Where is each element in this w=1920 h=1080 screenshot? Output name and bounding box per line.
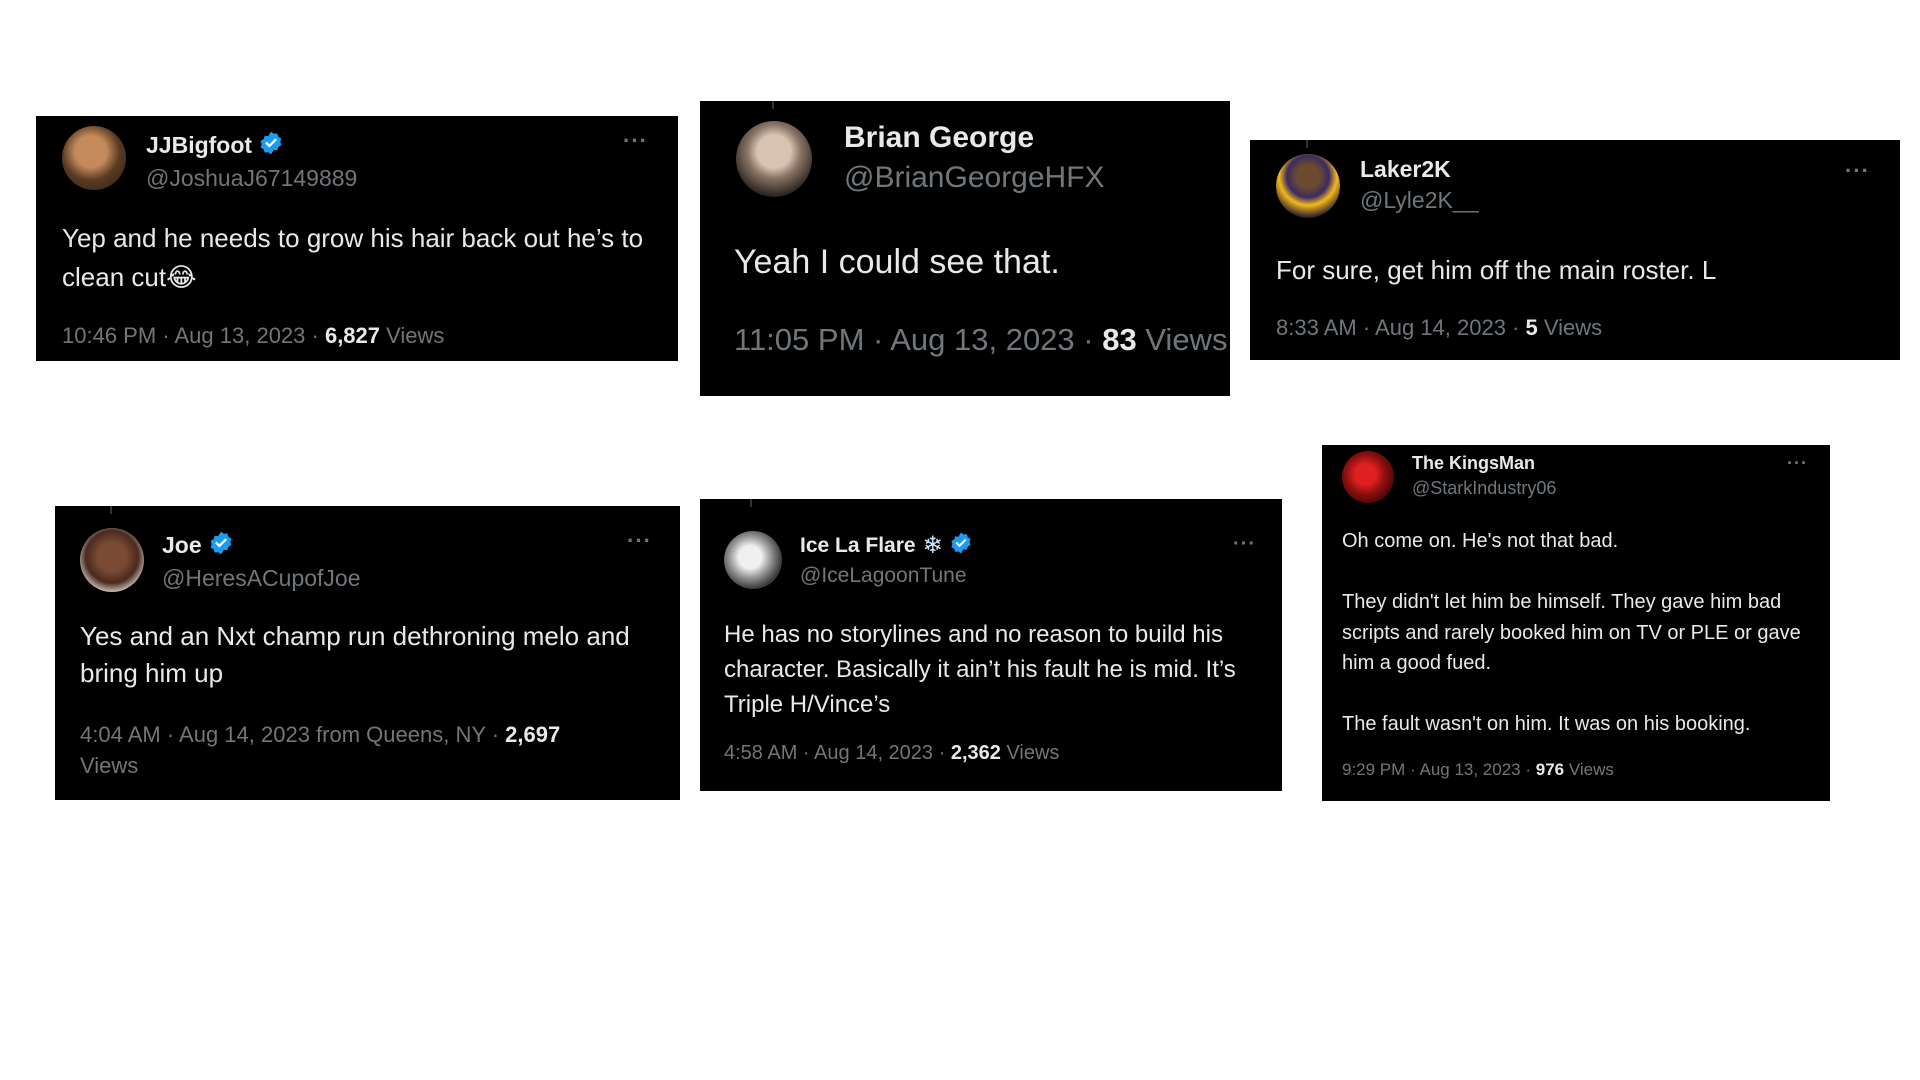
tweet-text: Yep and he needs to grow his hair back o… bbox=[62, 223, 644, 292]
tweet-text: For sure, get him off the main roster. L bbox=[1276, 255, 1717, 285]
tweet-meta: 11:05 PM · Aug 13, 2023 · 83 Views bbox=[734, 322, 1227, 358]
thread-line bbox=[772, 101, 774, 109]
views-count: 6,827 bbox=[324, 323, 381, 348]
handle[interactable]: @JoshuaJ67149889 bbox=[146, 165, 357, 192]
tweet-text: Oh come on. He's not that bad. They didn… bbox=[1342, 530, 1801, 735]
tweet-meta: 9:29 PM · Aug 13, 2023 · 976 Views bbox=[1342, 760, 1614, 780]
views-label: Views bbox=[1000, 742, 1060, 764]
handle[interactable]: @StarkIndustry06 bbox=[1412, 478, 1556, 499]
tweet-text: Yeah I could see that. bbox=[734, 243, 1060, 281]
views-count: 2,697 bbox=[505, 722, 561, 747]
thread-line bbox=[750, 499, 752, 507]
more-options-icon[interactable]: ··· bbox=[627, 528, 652, 554]
tweet-text: Yes and an Nxt champ run dethroning melo… bbox=[80, 621, 630, 688]
snowflake-icon: ❄ bbox=[922, 531, 943, 559]
tweet-text: He has no storylines and no reason to bu… bbox=[724, 621, 1236, 718]
verified-badge-icon bbox=[208, 530, 234, 561]
views-label: Views bbox=[80, 753, 139, 778]
display-name[interactable]: Joe bbox=[162, 532, 202, 559]
more-options-icon[interactable]: ··· bbox=[1233, 533, 1256, 556]
avatar[interactable] bbox=[1276, 154, 1340, 218]
thread-line bbox=[110, 506, 112, 514]
tweet-meta: 10:46 PM · Aug 13, 2023 · 6,827 Views bbox=[62, 323, 444, 349]
handle[interactable]: @HeresACupofJoe bbox=[162, 565, 361, 592]
tweet-card[interactable]: Laker2K @Lyle2K__ ··· For sure, get him … bbox=[1250, 140, 1900, 360]
tweet-meta: 8:33 AM · Aug 14, 2023 · 5 Views bbox=[1276, 315, 1602, 341]
display-name[interactable]: Brian George bbox=[844, 121, 1034, 155]
verified-badge-icon bbox=[949, 531, 973, 560]
avatar[interactable] bbox=[736, 121, 812, 197]
avatar[interactable] bbox=[724, 531, 782, 589]
more-options-icon[interactable]: ··· bbox=[1845, 158, 1870, 184]
more-options-icon[interactable]: ··· bbox=[1787, 453, 1808, 474]
timestamp[interactable]: 9:29 PM · Aug 13, 2023 · bbox=[1342, 760, 1536, 779]
avatar[interactable] bbox=[1342, 451, 1394, 503]
display-name[interactable]: Laker2K bbox=[1360, 156, 1451, 183]
avatar[interactable] bbox=[62, 126, 126, 190]
timestamp[interactable]: 11:05 PM · Aug 13, 2023 · bbox=[734, 322, 1102, 357]
verified-badge-icon bbox=[258, 130, 284, 161]
tweet-meta: 4:58 AM · Aug 14, 2023 · 2,362 Views bbox=[724, 742, 1059, 765]
tweet-meta: 4:04 AM · Aug 14, 2023 from Queens, NY ·… bbox=[80, 719, 640, 781]
handle[interactable]: @BrianGeorgeHFX bbox=[844, 161, 1105, 195]
tweet-card[interactable]: JJBigfoot @JoshuaJ67149889 ··· Yep and h… bbox=[36, 116, 678, 361]
more-options-icon[interactable]: ··· bbox=[623, 128, 648, 154]
views-count: 5 bbox=[1525, 315, 1538, 340]
views-label: Views bbox=[1564, 760, 1614, 779]
tweet-card[interactable]: Joe @HeresACupofJoe ··· Yes and an Nxt c… bbox=[55, 506, 680, 800]
display-name[interactable]: The KingsMan bbox=[1412, 453, 1535, 474]
thread-line bbox=[1306, 140, 1308, 148]
tweet-card[interactable]: Ice La Flare ❄ @IceLagoonTune ··· He has… bbox=[700, 499, 1282, 791]
timestamp[interactable]: 10:46 PM · Aug 13, 2023 · bbox=[62, 323, 325, 348]
tweet-card[interactable]: Brian George @BrianGeorgeHFX Yeah I coul… bbox=[700, 101, 1230, 396]
timestamp[interactable]: 8:33 AM · Aug 14, 2023 · bbox=[1276, 315, 1526, 340]
tweet-card[interactable]: The KingsMan @StarkIndustry06 ··· Oh com… bbox=[1322, 445, 1830, 801]
display-name[interactable]: JJBigfoot bbox=[146, 132, 252, 159]
timestamp[interactable]: 4:04 AM · Aug 14, 2023 from Queens, NY · bbox=[80, 722, 505, 747]
views-count: 976 bbox=[1535, 760, 1565, 779]
views-count: 83 bbox=[1102, 322, 1137, 357]
views-label: Views bbox=[1136, 322, 1228, 357]
views-count: 2,362 bbox=[950, 742, 1001, 764]
display-name[interactable]: Ice La Flare bbox=[800, 534, 916, 558]
views-label: Views bbox=[380, 323, 445, 348]
timestamp[interactable]: 4:58 AM · Aug 14, 2023 · bbox=[724, 742, 951, 764]
handle[interactable]: @IceLagoonTune bbox=[800, 564, 973, 588]
handle[interactable]: @Lyle2K__ bbox=[1360, 187, 1478, 214]
views-label: Views bbox=[1537, 315, 1603, 340]
avatar[interactable] bbox=[80, 528, 144, 592]
